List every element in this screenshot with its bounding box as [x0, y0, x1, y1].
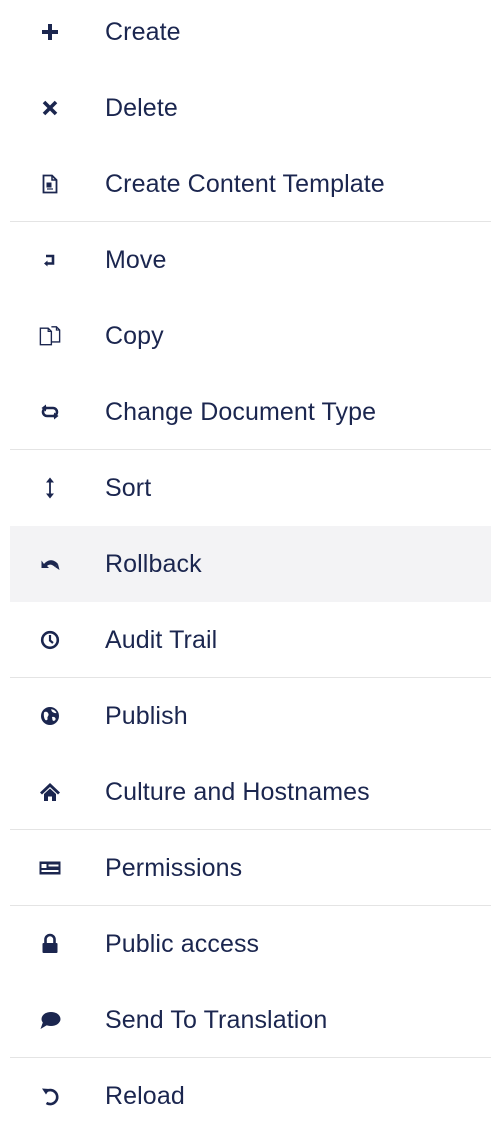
- menu-item-send-to-translation[interactable]: Send To Translation: [10, 982, 491, 1058]
- menu-item-copy[interactable]: Copy: [10, 298, 491, 374]
- reload-arrow-icon: [39, 1085, 61, 1107]
- menu-item-label: Sort: [105, 474, 152, 502]
- menu-item-label: Change Document Type: [105, 398, 377, 426]
- menu-item-delete[interactable]: Delete: [10, 70, 491, 146]
- delete-x-icon: [39, 97, 61, 119]
- menu-item-change-document-type[interactable]: Change Document Type: [10, 374, 491, 450]
- menu-item-label: Reload: [105, 1082, 185, 1110]
- menu-item-label: Culture and Hostnames: [105, 778, 370, 806]
- menu-item-reload[interactable]: Reload: [10, 1058, 491, 1134]
- speech-bubble-icon: [39, 1009, 61, 1031]
- menu-item-sort[interactable]: Sort: [10, 450, 491, 526]
- menu-item-label: Create: [105, 18, 181, 46]
- menu-item-label: Send To Translation: [105, 1006, 328, 1034]
- menu-item-public-access[interactable]: Public access: [10, 906, 491, 982]
- clock-icon: [39, 629, 61, 651]
- menu-item-label: Publish: [105, 702, 188, 730]
- menu-item-move[interactable]: Move: [10, 222, 491, 298]
- blueprint-icon: [39, 173, 61, 195]
- id-card-icon: [39, 857, 61, 879]
- sort-vertical-arrows-icon: [39, 477, 61, 499]
- menu-item-label: Move: [105, 246, 167, 274]
- menu-item-create-content-template[interactable]: Create Content Template: [10, 146, 491, 222]
- plus-icon: [39, 21, 61, 43]
- menu-item-label: Create Content Template: [105, 170, 385, 198]
- menu-item-culture-and-hostnames[interactable]: Culture and Hostnames: [10, 754, 491, 830]
- menu-item-label: Rollback: [105, 550, 202, 578]
- menu-item-permissions[interactable]: Permissions: [10, 830, 491, 906]
- home-icon: [39, 781, 61, 803]
- rollback-arrow-icon: [39, 553, 61, 575]
- menu-item-publish[interactable]: Publish: [10, 678, 491, 754]
- lock-icon: [39, 933, 61, 955]
- menu-item-rollback[interactable]: Rollback: [10, 526, 491, 602]
- copy-documents-icon: [39, 325, 61, 347]
- change-type-arrows-icon: [39, 401, 61, 423]
- menu-item-create[interactable]: Create: [10, 0, 491, 70]
- globe-icon: [39, 705, 61, 727]
- menu-item-label: Copy: [105, 322, 164, 350]
- context-menu: Create Delete Create Content Template Mo…: [10, 0, 491, 1140]
- menu-item-audit-trail[interactable]: Audit Trail: [10, 602, 491, 678]
- menu-item-label: Public access: [105, 930, 260, 958]
- menu-item-label: Audit Trail: [105, 626, 218, 654]
- move-icon: [39, 249, 61, 271]
- menu-item-label: Permissions: [105, 854, 243, 882]
- menu-item-label: Delete: [105, 94, 178, 122]
